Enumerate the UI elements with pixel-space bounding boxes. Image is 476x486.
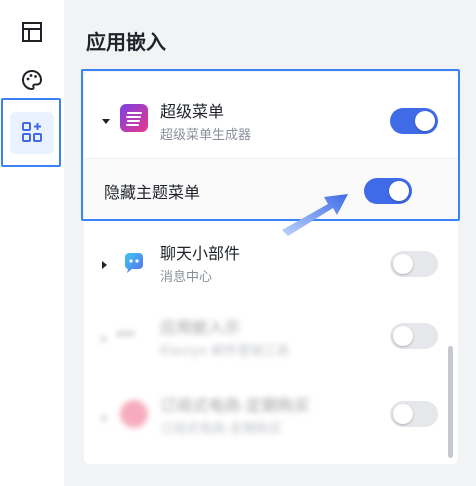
chat-widget-app-icon xyxy=(120,249,148,277)
toggle-knob xyxy=(393,404,413,424)
chevron-right-icon[interactable] xyxy=(102,261,107,269)
item-title: 应用嵌入示 xyxy=(160,318,241,337)
super-menu-app-icon xyxy=(120,104,148,132)
palette-icon[interactable] xyxy=(16,64,48,96)
list-item-blurred-1[interactable]: ▪▪▪ 应用嵌入示 Klaviyo 邮件营销工具 xyxy=(84,298,458,378)
item-subtitle: 订阅式电商-定期购买 xyxy=(160,422,282,437)
scrollbar-thumb[interactable] xyxy=(448,346,453,458)
active-nav-highlight-frame xyxy=(1,98,61,167)
item-subtitle: 消息中心 xyxy=(160,270,213,285)
toggle-knob xyxy=(415,111,435,131)
super-menu-toggle[interactable] xyxy=(390,108,438,134)
app-embed-toggle[interactable] xyxy=(390,323,438,349)
subscription-toggle[interactable] xyxy=(390,401,438,427)
list-item-blurred-2[interactable]: 订阅式电商-定期购买 订阅式电商-定期购买 xyxy=(84,378,458,464)
item-subtitle: 超级菜单生成器 xyxy=(160,128,252,143)
main-area: 应用嵌入 超级菜单 超级菜单生成器 隐藏主题菜单 聊天小部件 消息中心 ▪▪▪ … xyxy=(64,0,476,486)
chevron-right-icon[interactable] xyxy=(102,335,107,343)
chevron-down-icon[interactable] xyxy=(102,119,110,124)
app-logo-icon: ▪▪▪ xyxy=(116,329,135,339)
item-title: 订阅式电商-定期购买 xyxy=(160,396,310,415)
subscription-app-icon xyxy=(120,400,148,428)
list-item-super-menu[interactable]: 超级菜单 超级菜单生成器 xyxy=(84,72,458,158)
chevron-right-icon[interactable] xyxy=(102,414,107,422)
left-sidebar xyxy=(0,0,65,486)
app-embed-list: 超级菜单 超级菜单生成器 隐藏主题菜单 聊天小部件 消息中心 ▪▪▪ 应用嵌入示… xyxy=(84,72,458,464)
layout-icon[interactable] xyxy=(16,16,48,48)
sub-option-label: 隐藏主题菜单 xyxy=(104,183,201,202)
page-title: 应用嵌入 xyxy=(86,30,166,54)
toggle-knob xyxy=(393,326,413,346)
toggle-knob xyxy=(389,181,409,201)
annotation-arrow-icon xyxy=(282,194,348,236)
item-title: 聊天小部件 xyxy=(160,244,241,263)
item-subtitle: Klaviyo 邮件营销工具 xyxy=(160,344,290,359)
hide-theme-menu-toggle[interactable] xyxy=(364,178,412,204)
toggle-knob xyxy=(393,254,413,274)
item-title: 超级菜单 xyxy=(160,102,225,121)
chat-widget-toggle[interactable] xyxy=(390,251,438,277)
